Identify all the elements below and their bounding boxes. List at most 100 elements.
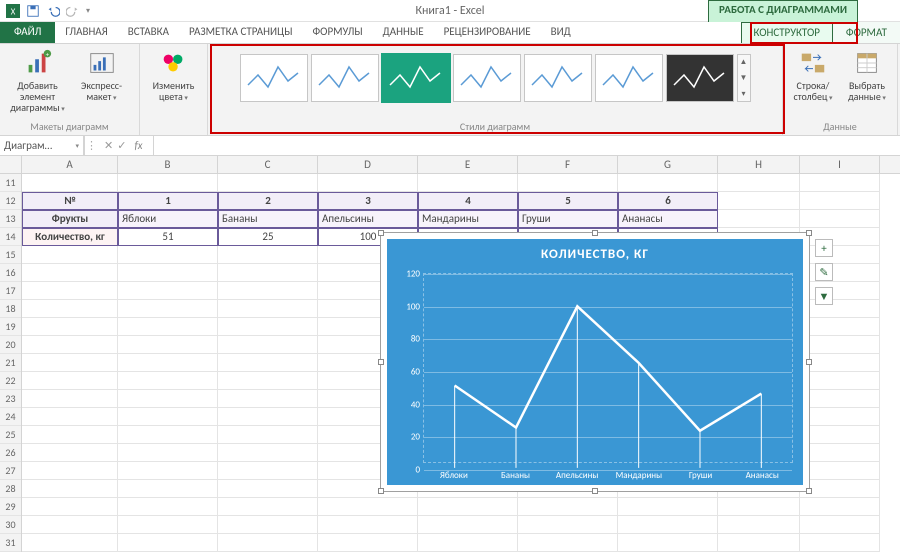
cell[interactable] — [800, 534, 880, 552]
cell[interactable] — [118, 174, 218, 192]
tab-insert[interactable]: ВСТАВКА — [118, 22, 179, 43]
cell[interactable] — [218, 516, 318, 534]
cell[interactable] — [518, 534, 618, 552]
chart-elements-button[interactable]: + — [815, 239, 833, 257]
chart-object[interactable]: КОЛИЧЕСТВО, КГ 020406080100120 ЯблокиБан… — [380, 232, 810, 492]
chart-style-thumb[interactable] — [666, 54, 734, 102]
cell[interactable]: 5 — [518, 192, 618, 210]
change-colors-button[interactable]: Изменить цвета — [145, 48, 203, 103]
cell[interactable] — [22, 318, 118, 336]
cell[interactable] — [718, 534, 800, 552]
row-header[interactable]: 19 — [0, 318, 21, 336]
cell[interactable] — [800, 228, 880, 246]
cell[interactable] — [800, 372, 880, 390]
cell[interactable] — [218, 264, 318, 282]
cell[interactable] — [618, 516, 718, 534]
cell[interactable]: Апельсины — [318, 210, 418, 228]
cell[interactable] — [800, 426, 880, 444]
cell[interactable]: Мандарины — [418, 210, 518, 228]
row-header[interactable]: 11 — [0, 174, 21, 192]
cell[interactable] — [800, 300, 880, 318]
cell[interactable] — [118, 516, 218, 534]
tab-home[interactable]: ГЛАВНАЯ — [55, 22, 117, 43]
cell[interactable] — [318, 534, 418, 552]
cell[interactable] — [718, 498, 800, 516]
tab-design[interactable]: КОНСТРУКТОР — [741, 22, 833, 43]
cell[interactable] — [718, 210, 800, 228]
cell[interactable] — [618, 534, 718, 552]
cell[interactable] — [800, 210, 880, 228]
undo-icon[interactable] — [46, 4, 60, 18]
cell[interactable] — [318, 516, 418, 534]
cell[interactable]: Бананы — [218, 210, 318, 228]
row-header[interactable]: 14 — [0, 228, 21, 246]
cell[interactable] — [800, 390, 880, 408]
cell[interactable] — [218, 174, 318, 192]
row-header[interactable]: 15 — [0, 246, 21, 264]
row-header[interactable]: 12 — [0, 192, 21, 210]
cell[interactable] — [22, 300, 118, 318]
cell[interactable] — [22, 516, 118, 534]
cell[interactable] — [800, 354, 880, 372]
cell[interactable] — [800, 408, 880, 426]
cell[interactable] — [218, 444, 318, 462]
col-header[interactable]: D — [318, 156, 418, 173]
cell[interactable] — [218, 390, 318, 408]
cell[interactable]: 3 — [318, 192, 418, 210]
cell[interactable] — [22, 534, 118, 552]
chart-style-thumb[interactable] — [382, 54, 450, 102]
col-header[interactable]: C — [218, 156, 318, 173]
cell[interactable] — [118, 264, 218, 282]
cell[interactable]: Яблоки — [118, 210, 218, 228]
row-header[interactable]: 21 — [0, 354, 21, 372]
cell[interactable] — [800, 498, 880, 516]
cell[interactable] — [218, 318, 318, 336]
cell[interactable]: 6 — [618, 192, 718, 210]
cell[interactable] — [22, 498, 118, 516]
namebox-expand[interactable]: ⋮ — [84, 136, 98, 155]
cell[interactable] — [218, 300, 318, 318]
select-all-corner[interactable] — [0, 156, 22, 173]
name-box[interactable]: Диаграм… — [0, 136, 84, 155]
row-header[interactable]: 29 — [0, 498, 21, 516]
cell[interactable] — [22, 462, 118, 480]
cell[interactable] — [118, 426, 218, 444]
col-header[interactable]: F — [518, 156, 618, 173]
cell[interactable]: Фрукты — [22, 210, 118, 228]
cell[interactable] — [318, 498, 418, 516]
cell[interactable] — [800, 246, 880, 264]
cell[interactable] — [218, 462, 318, 480]
row-header[interactable]: 27 — [0, 462, 21, 480]
cell[interactable] — [418, 534, 518, 552]
cell[interactable] — [118, 354, 218, 372]
row-header[interactable]: 17 — [0, 282, 21, 300]
cell[interactable] — [800, 480, 880, 498]
cell[interactable] — [318, 174, 418, 192]
tab-review[interactable]: РЕЦЕНЗИРОВАНИЕ — [434, 22, 541, 43]
row-header[interactable]: 26 — [0, 444, 21, 462]
row-header[interactable]: 24 — [0, 408, 21, 426]
cell[interactable] — [118, 480, 218, 498]
col-header[interactable]: G — [618, 156, 718, 173]
chart-title[interactable]: КОЛИЧЕСТВО, КГ — [387, 239, 803, 262]
cell[interactable] — [218, 246, 318, 264]
chart-style-thumb[interactable] — [595, 54, 663, 102]
cell[interactable] — [22, 264, 118, 282]
cell[interactable] — [718, 516, 800, 534]
chart-filters-button[interactable]: ▼ — [815, 287, 833, 305]
col-header[interactable]: I — [800, 156, 880, 173]
fx-icon[interactable]: fx — [130, 137, 146, 154]
row-header[interactable]: 25 — [0, 426, 21, 444]
cell[interactable] — [118, 444, 218, 462]
col-header[interactable]: E — [418, 156, 518, 173]
cell[interactable] — [718, 192, 800, 210]
chart-styles-button[interactable]: ✎ — [815, 263, 833, 281]
cell[interactable] — [800, 336, 880, 354]
cell[interactable]: Ананасы — [618, 210, 718, 228]
cell[interactable] — [118, 300, 218, 318]
cell[interactable] — [22, 480, 118, 498]
cell[interactable] — [418, 516, 518, 534]
cell[interactable] — [118, 462, 218, 480]
select-data-button[interactable]: Выбрать данные — [843, 48, 891, 103]
cell[interactable] — [800, 192, 880, 210]
